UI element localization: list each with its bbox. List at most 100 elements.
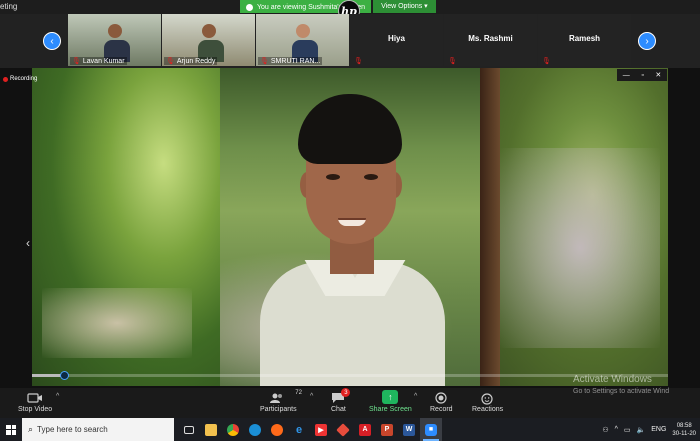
video-options-caret[interactable]: ^ [56,393,59,400]
participants-icon: 72 [269,390,302,406]
chevron-left-icon[interactable]: ‹ [26,236,30,250]
mic-muted-icon: 🎙 [354,58,363,65]
acrobat-button[interactable]: A [354,418,376,441]
network-icon[interactable]: ▭ [624,426,631,434]
edge-button[interactable] [244,418,266,441]
mic-muted-icon: 🎙 [166,58,175,65]
taskbar-search-box[interactable]: ⌕ Type here to search [22,418,174,441]
status-dot-icon [246,4,253,11]
firefox-icon [271,423,283,436]
mic-muted-icon: 🎙 [260,58,269,65]
anydesk-button[interactable] [332,418,354,441]
windows-taskbar: ⌕ Type here to search e ▶ A P W ■ ⚇ ^ ▭ … [0,418,700,441]
clock-time: 08:58 [676,422,692,429]
mic-muted-icon: 🎙 [448,58,457,65]
mic-muted-icon: 🎙 [72,58,81,65]
minimize-button[interactable]: — [623,72,630,79]
mic-muted-icon: 🎙 [542,58,551,65]
file-explorer-button[interactable] [200,418,222,441]
word-icon: W [403,423,415,436]
windows-logo-icon [6,424,16,435]
video-background-right [480,68,668,386]
recording-indicator[interactable]: Recording [3,76,37,82]
clock-date: 30-11-20 [672,430,696,437]
pdf-icon: A [359,423,371,436]
share-options-caret[interactable]: ^ [414,393,417,400]
start-button[interactable] [0,418,22,441]
gallery-next-button[interactable]: › [638,32,656,50]
people-icon[interactable]: ⚇ [602,426,608,434]
activate-windows-subtitle: Go to Settings to activate Wind [573,388,670,395]
share-arrow-icon: ↑ [382,390,399,404]
video-camera-icon [27,390,43,406]
zoom-taskbar-button[interactable]: ■ [420,418,442,441]
main-video-stage: Recording — ▫ ✕ ‹ [0,68,700,388]
record-icon [435,390,447,406]
show-hidden-icons-chevron[interactable]: ^ [615,426,618,433]
reactions-label: Reactions [472,406,504,413]
participant-tile[interactable]: Ramesh 🎙 [538,14,631,66]
participant-tile[interactable]: 🎙 Arjun Reddy [162,14,255,66]
participant-name: 🎙 SMRUTI RAN... [258,57,323,65]
language-indicator[interactable]: ENG [651,426,666,433]
window-titlebar: eting You are viewing Sushmita's screen … [0,0,700,22]
speaker-person [260,94,445,386]
ie-button[interactable]: e [288,418,310,441]
task-view-button[interactable] [178,418,200,441]
participants-button[interactable]: 72 Participants [260,390,302,413]
chat-button[interactable]: 3 Chat [331,388,351,413]
search-icon: ⌕ [28,424,34,434]
anydesk-icon [336,422,350,437]
participants-count: 72 [295,390,302,396]
zoom-screen: eting You are viewing Sushmita's screen … [0,0,700,441]
participants-label: Participants [260,406,297,413]
system-tray: ⚇ ^ ▭ 🔈 ENG 08:58 30-11-20 [602,418,700,441]
media-player-button[interactable]: ▶ [310,418,332,441]
restore-button[interactable]: ▫ [641,72,643,79]
gallery-prev-button[interactable]: ‹ [43,32,61,50]
volume-icon[interactable]: 🔈 [637,426,646,434]
view-options-label: View Options [381,3,423,10]
participant-name: 🎙 Lavan Kumar [70,57,127,65]
window-controls: — ▫ ✕ [617,69,667,81]
chat-badge: 3 [341,388,351,397]
chrome-icon [227,423,239,436]
record-label: Record [430,406,453,413]
stop-video-label: Stop Video [18,406,53,413]
share-screen-button[interactable]: ↑ Share Screen [369,390,412,413]
powerpoint-icon: P [381,423,393,436]
edge-icon [249,423,261,436]
clock[interactable]: 08:58 30-11-20 [672,422,696,438]
participants-options-caret[interactable]: ^ [310,393,313,400]
participant-tile[interactable]: 🎙 Lavan Kumar [68,14,161,66]
participant-name: Hiya [388,34,405,43]
gallery-strip: ‹ 🎙 Lavan Kumar 🎙 Arjun Reddy 🎙 SMRUTI RAN.… [0,14,700,68]
task-view-icon [184,425,194,434]
play-icon: ▶ [315,423,327,436]
reactions-button[interactable]: Reactions [472,390,503,413]
participant-tile[interactable]: Ms. Rashmi 🎙 [444,14,537,66]
progress-knob[interactable] [60,371,69,380]
participant-name: Ms. Rashmi [468,34,513,43]
participant-name: Ramesh [568,34,601,43]
window-title: eting [0,2,18,11]
close-button[interactable]: ✕ [655,71,661,79]
powerpoint-button[interactable]: P [376,418,398,441]
chrome-button[interactable] [222,418,244,441]
view-options-button[interactable]: View Options ▾ [373,0,436,13]
record-button[interactable]: Record [430,390,453,413]
firefox-button[interactable] [266,418,288,441]
word-button[interactable]: W [398,418,420,441]
video-background-left [32,68,220,386]
participant-tile[interactable]: Hiya 🎙 [350,14,443,66]
internet-explorer-icon: e [295,423,303,436]
chat-label: Chat [331,406,346,413]
participant-tile[interactable]: 🎙 SMRUTI RAN... [256,14,349,66]
folder-icon [205,423,217,436]
chat-icon: 3 [331,388,351,406]
recording-label: Recording [10,76,38,82]
active-speaker-video [220,68,480,386]
share-screen-label: Share Screen [369,406,412,413]
stop-video-button[interactable]: Stop Video [18,390,52,413]
mic-status: 🎙 [540,57,553,65]
